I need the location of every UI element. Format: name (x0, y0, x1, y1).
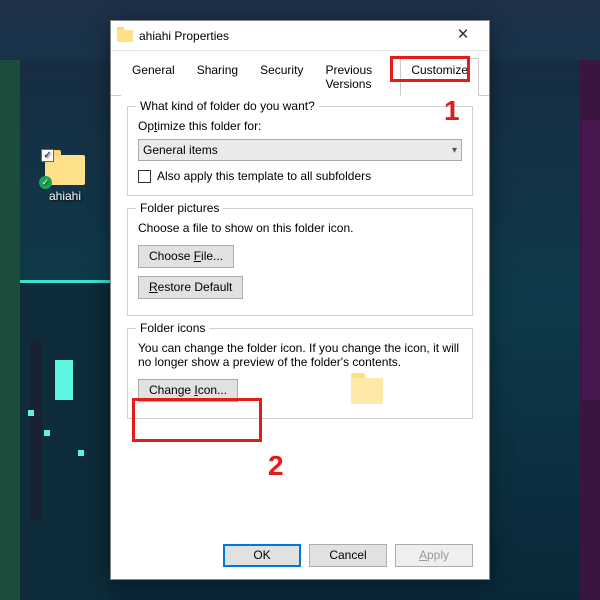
tab-general[interactable]: General (121, 58, 186, 96)
tab-strip: General Sharing Security Previous Versio… (111, 51, 489, 96)
optimize-select[interactable]: General items ▾ (138, 139, 462, 161)
folder-pictures-desc: Choose a file to show on this folder ico… (138, 221, 462, 235)
folder-icon: ✓ ✓ (45, 155, 85, 185)
apply-button: Apply (395, 544, 473, 567)
apply-subfolders-label: Also apply this template to all subfolde… (157, 169, 371, 183)
choose-file-button[interactable]: Choose File... (138, 245, 234, 268)
group-legend: What kind of folder do you want? (136, 99, 319, 113)
tab-customize[interactable]: Customize (400, 58, 479, 96)
close-icon: ✕ (457, 26, 470, 43)
restore-default-button[interactable]: Restore Default (138, 276, 243, 299)
tab-sharing[interactable]: Sharing (186, 58, 249, 96)
sync-status-icon: ✓ (39, 176, 52, 189)
close-button[interactable]: ✕ (443, 22, 483, 50)
group-folder-pictures: Folder pictures Choose a file to show on… (127, 208, 473, 316)
folder-icon (117, 30, 133, 42)
properties-dialog: ahiahi Properties ✕ General Sharing Secu… (110, 20, 490, 580)
desktop-folder-icon[interactable]: ✓ ✓ ahiahi (35, 155, 95, 203)
tab-previous-versions[interactable]: Previous Versions (314, 58, 400, 96)
chevron-down-icon: ▾ (452, 145, 457, 156)
tab-security[interactable]: Security (249, 58, 314, 96)
folder-icon-preview (351, 378, 383, 404)
group-folder-icons: Folder icons You can change the folder i… (127, 328, 473, 419)
titlebar[interactable]: ahiahi Properties ✕ (111, 21, 489, 51)
optimize-select-value: General items (143, 143, 218, 157)
group-legend: Folder icons (136, 321, 209, 335)
checkbox-overlay-icon: ✓ (41, 149, 54, 162)
dialog-title: ahiahi Properties (139, 29, 443, 43)
apply-subfolders-checkbox[interactable]: Also apply this template to all subfolde… (138, 169, 462, 183)
group-legend: Folder pictures (136, 201, 223, 215)
group-folder-type: What kind of folder do you want? Optimiz… (127, 106, 473, 196)
change-icon-button[interactable]: Change Icon... (138, 379, 238, 402)
checkbox-icon (138, 170, 151, 183)
desktop-icon-label: ahiahi (35, 189, 95, 203)
folder-icons-desc: You can change the folder icon. If you c… (138, 341, 462, 369)
cancel-button[interactable]: Cancel (309, 544, 387, 567)
dialog-footer: OK Cancel Apply (111, 544, 489, 567)
ok-button[interactable]: OK (223, 544, 301, 567)
optimize-label: Optimize this folder for: (138, 119, 462, 133)
